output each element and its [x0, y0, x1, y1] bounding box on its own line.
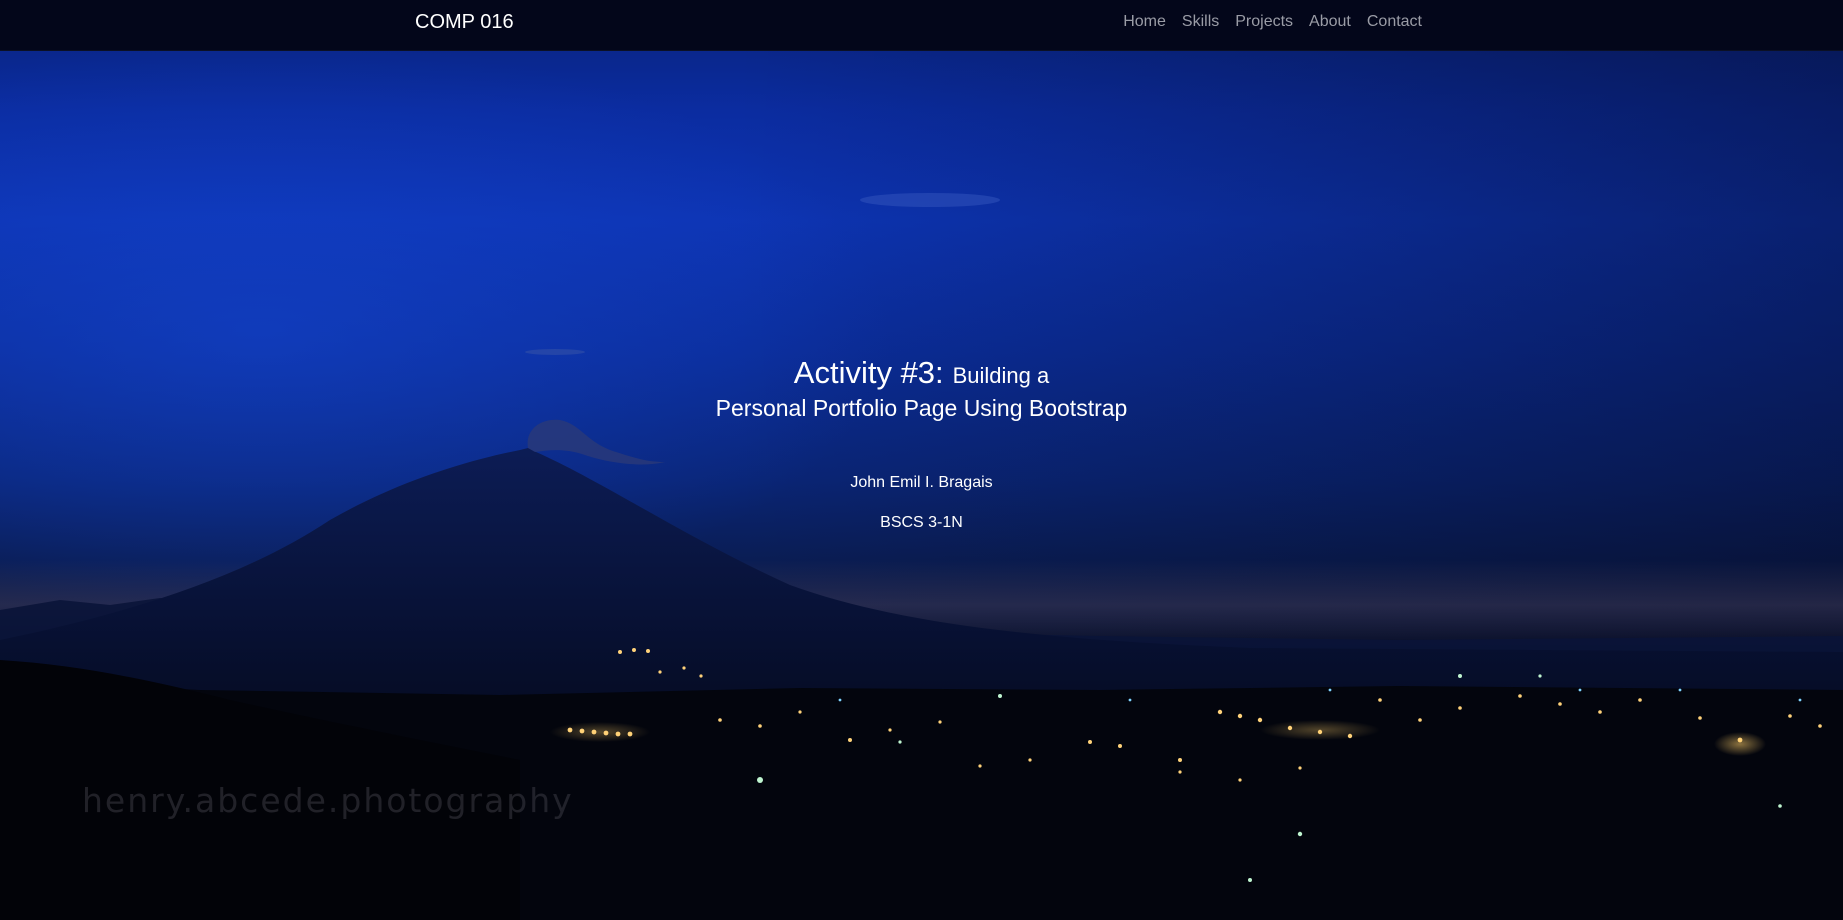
- photo-watermark: henry.abcede.photography: [82, 781, 574, 820]
- nav-links: Home Skills Projects About Contact: [1107, 12, 1422, 31]
- author-name: John Emil I. Bragais: [850, 474, 993, 491]
- page: henry.abcede.photography COMP 016 Home S…: [0, 0, 1843, 920]
- nav-link-home[interactable]: Home: [1123, 13, 1166, 30]
- author-section: BSCS 3-1N: [880, 514, 963, 531]
- hero-title-line2: Personal Portfolio Page Using Bootstrap: [715, 395, 1128, 421]
- hero-title-sub: Building a: [952, 363, 1050, 388]
- navbar-brand[interactable]: COMP 016: [415, 10, 514, 34]
- nav-link-contact[interactable]: Contact: [1367, 13, 1422, 30]
- top-navbar: COMP 016 Home Skills Projects About Cont…: [0, 0, 1843, 51]
- hero-content: Activity #3: Building a Personal Portfol…: [0, 355, 1843, 533]
- nav-link-projects[interactable]: Projects: [1235, 13, 1293, 30]
- hero-title-main: Activity #3:: [793, 355, 944, 390]
- nav-link-skills[interactable]: Skills: [1182, 13, 1219, 30]
- nav-link-about[interactable]: About: [1309, 13, 1351, 30]
- hero-title: Activity #3: Building a Personal Portfol…: [0, 355, 1843, 423]
